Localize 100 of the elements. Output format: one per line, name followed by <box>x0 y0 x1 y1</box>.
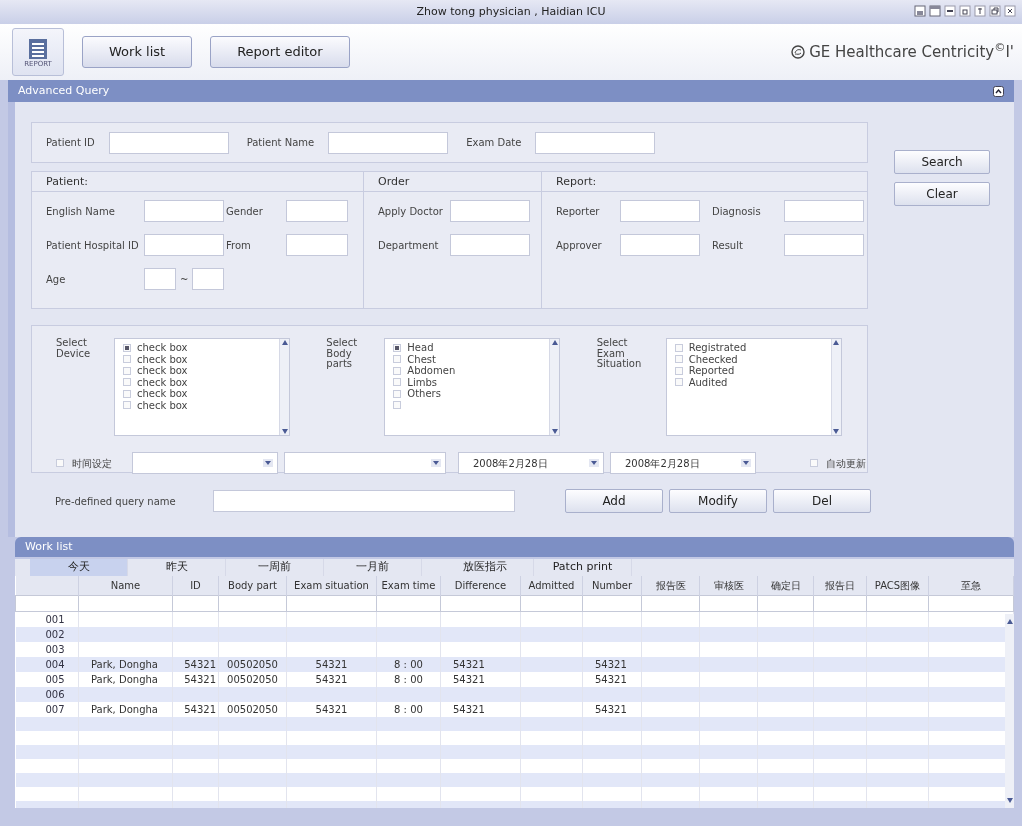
filter-cell[interactable] <box>440 595 521 611</box>
action-button[interactable]: Del <box>773 489 871 513</box>
column-header[interactable]: 报告日 <box>813 576 867 595</box>
checkbox[interactable] <box>123 389 131 398</box>
dropdown[interactable] <box>284 452 446 474</box>
group-title: Report: <box>542 172 867 192</box>
filter-cell[interactable] <box>78 595 173 611</box>
restore-icon[interactable] <box>989 5 1001 17</box>
tab[interactable]: 今天 <box>30 559 128 576</box>
filter-cell[interactable] <box>866 595 929 611</box>
checkbox[interactable] <box>56 459 64 467</box>
filter-cell[interactable] <box>15 595 79 611</box>
checkbox[interactable] <box>393 366 402 375</box>
checkbox[interactable] <box>123 366 131 375</box>
text-field[interactable] <box>286 200 348 222</box>
filter-cell[interactable] <box>582 595 642 611</box>
dropdown[interactable]: 2008年2月28日 <box>610 452 756 474</box>
checkbox[interactable] <box>393 343 402 352</box>
text-field[interactable] <box>192 268 225 290</box>
scroll-up-icon[interactable] <box>280 339 289 346</box>
dropdown[interactable] <box>132 452 278 474</box>
text-field[interactable] <box>784 234 864 256</box>
column-header[interactable]: 至急 <box>928 576 1014 595</box>
column-header[interactable]: Exam situation <box>286 576 377 595</box>
dropdown[interactable]: 2008年2月28日 <box>458 452 604 474</box>
field-label: From <box>226 238 252 253</box>
field-label: Apply Doctor <box>378 204 444 219</box>
checkbox[interactable] <box>674 378 683 387</box>
filter-cell[interactable] <box>520 595 583 611</box>
checkbox[interactable] <box>674 366 683 375</box>
text-field[interactable] <box>620 234 700 256</box>
filter-cell[interactable] <box>172 595 219 611</box>
checkbox[interactable] <box>393 355 402 364</box>
column-header[interactable]: Name <box>78 576 173 595</box>
action-button[interactable]: Add <box>565 489 663 513</box>
table-cell: 00502050 <box>218 671 287 687</box>
text-field[interactable] <box>213 490 515 512</box>
checkbox[interactable] <box>674 343 683 352</box>
toolbar-button[interactable]: Work list <box>82 36 193 68</box>
scroll-down-icon[interactable] <box>550 428 559 435</box>
action-button[interactable]: Clear <box>894 182 990 206</box>
list-label: Select Body parts <box>326 338 359 371</box>
table-cell: 54321 <box>286 701 377 717</box>
checkbox[interactable] <box>810 459 818 467</box>
text-field[interactable] <box>286 234 348 256</box>
checkbox[interactable] <box>393 378 402 387</box>
scroll-down-icon[interactable] <box>280 428 289 435</box>
filter-cell[interactable] <box>928 595 1014 611</box>
checkbox-label: 时间设定 <box>72 456 112 471</box>
text-field[interactable] <box>144 234 224 256</box>
filter-cell[interactable] <box>757 595 814 611</box>
checkbox[interactable] <box>123 378 131 387</box>
column-header[interactable]: ID <box>172 576 219 595</box>
field-label: Result <box>712 238 744 253</box>
scroll-up-icon[interactable] <box>832 339 841 346</box>
column-header[interactable]: PACS图像 <box>866 576 929 595</box>
table-cell: 54321 <box>440 671 521 687</box>
save-icon[interactable] <box>914 5 926 17</box>
text-field[interactable] <box>535 131 656 154</box>
action-button[interactable]: Search <box>894 150 990 174</box>
checkbox[interactable] <box>123 355 131 364</box>
checkbox[interactable] <box>123 401 131 410</box>
filter-cell[interactable] <box>218 595 287 611</box>
text-field[interactable] <box>144 200 224 222</box>
column-header[interactable]: Admitted <box>520 576 583 595</box>
close-icon[interactable] <box>1004 5 1016 17</box>
text-field[interactable] <box>450 234 530 256</box>
text-field[interactable] <box>108 131 229 154</box>
filter-cell[interactable] <box>641 595 700 611</box>
table-cell: 54321 <box>286 656 377 672</box>
table-cell: Park, Dongha <box>78 656 173 672</box>
column-header[interactable]: 报告医 <box>641 576 700 595</box>
column-header[interactable]: Exam time <box>376 576 441 595</box>
filter-cell[interactable] <box>813 595 867 611</box>
minimize-icon[interactable] <box>944 5 956 17</box>
column-header[interactable]: Difference <box>440 576 521 595</box>
checkbox[interactable] <box>123 343 131 352</box>
column-header[interactable]: Number <box>582 576 642 595</box>
action-button[interactable]: Modify <box>669 489 767 513</box>
scroll-up-icon[interactable] <box>550 339 559 346</box>
column-header[interactable]: Body part <box>218 576 287 595</box>
checkbox[interactable] <box>393 401 402 410</box>
collapse-icon[interactable] <box>993 85 1004 97</box>
scroll-down-icon[interactable] <box>832 428 841 435</box>
text-field[interactable] <box>450 200 530 222</box>
filter-cell[interactable] <box>376 595 441 611</box>
field-label: Gender <box>226 204 264 219</box>
column-header[interactable]: 审核医 <box>699 576 758 595</box>
filter-cell[interactable] <box>286 595 377 611</box>
checkbox[interactable] <box>674 355 683 364</box>
scroll-down-icon[interactable] <box>1005 797 1014 804</box>
text-field[interactable] <box>784 200 864 222</box>
table-cell: 00502050 <box>218 701 287 717</box>
toolbar-button[interactable]: Report editor <box>210 36 350 68</box>
text-field[interactable] <box>328 131 449 154</box>
text-field[interactable] <box>620 200 700 222</box>
text-field[interactable] <box>144 268 176 290</box>
checkbox[interactable] <box>393 389 402 398</box>
column-header[interactable]: 确定日 <box>757 576 814 595</box>
filter-cell[interactable] <box>699 595 758 611</box>
